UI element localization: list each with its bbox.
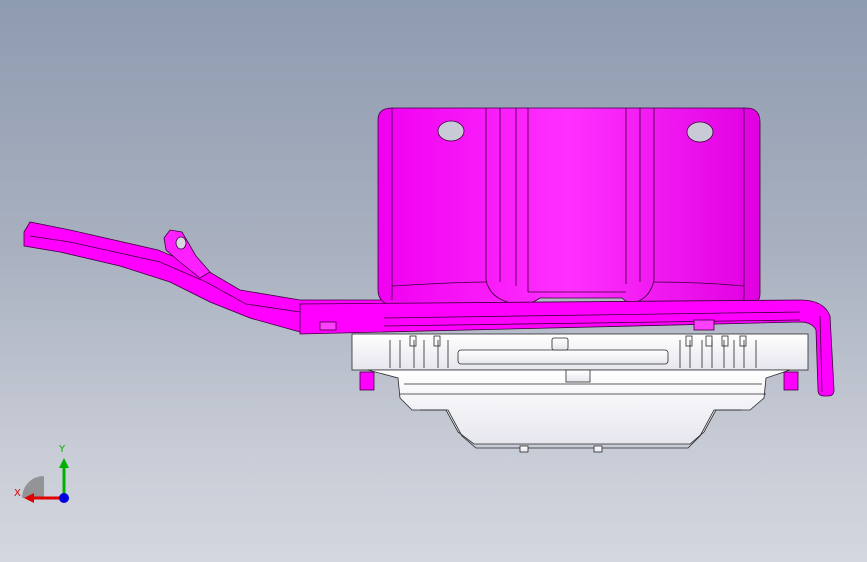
locating-pin-left — [359, 371, 375, 391]
housing-foot-right — [593, 445, 603, 453]
mount-hole-right — [686, 121, 714, 143]
x-axis-label: X — [14, 488, 21, 499]
reference-triad-icon: Y X — [14, 444, 69, 503]
mount-hole-left — [437, 120, 465, 142]
locating-pin-right — [783, 371, 799, 391]
y-axis-arrow — [59, 458, 69, 468]
graphics-viewport[interactable]: Y X — [0, 0, 867, 562]
base-tab-right — [693, 319, 715, 331]
housing-assembly[interactable] — [351, 333, 809, 453]
center-clip — [551, 337, 569, 351]
z-axis-dot — [59, 493, 69, 503]
y-axis-label: Y — [58, 444, 66, 455]
connector-window — [457, 349, 669, 365]
ear-hole — [175, 236, 187, 250]
base-tab-left — [319, 321, 337, 331]
cad-model-view[interactable] — [0, 0, 867, 562]
housing-foot-left — [519, 445, 529, 453]
reference-triad: Y X — [10, 440, 80, 510]
housing-tab — [565, 369, 591, 383]
